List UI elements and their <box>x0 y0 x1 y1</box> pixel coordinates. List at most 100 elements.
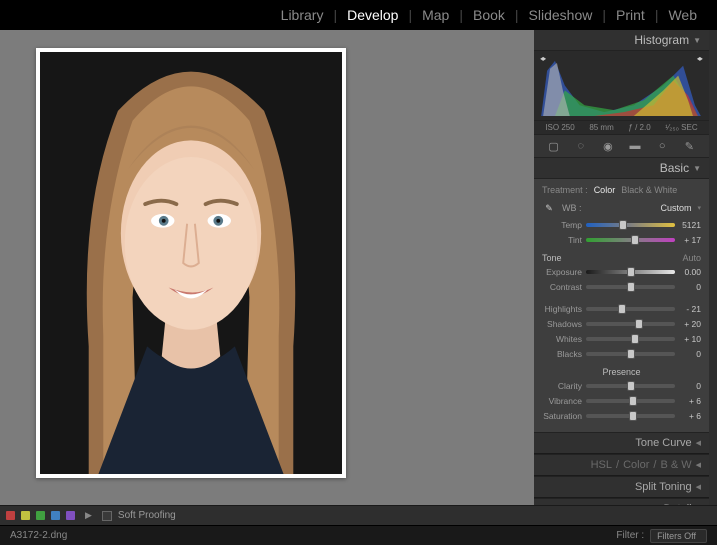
nav-divider: | <box>600 7 608 23</box>
highlights-value[interactable]: - 21 <box>675 304 701 314</box>
meta-aperture: ƒ / 2.0 <box>628 123 650 132</box>
dropdown-icon[interactable]: ▾ <box>697 204 701 212</box>
nav-divider: | <box>513 7 521 23</box>
contrast-value[interactable]: 0 <box>675 282 701 292</box>
treatment-row: Treatment : Color Black & White <box>542 183 701 199</box>
brush-tool-icon[interactable]: ✎ <box>681 139 697 153</box>
soft-proof-checkbox[interactable] <box>102 511 112 521</box>
chevron-left-icon: ◀ <box>696 461 701 469</box>
treatment-bw[interactable]: Black & White <box>621 185 677 195</box>
whites-slider[interactable] <box>586 337 675 341</box>
tone-section: Tone Auto <box>542 253 701 263</box>
nav-divider: | <box>406 7 414 23</box>
redeye-tool-icon[interactable]: ◉ <box>600 139 616 153</box>
temp-value[interactable]: 5121 <box>675 220 701 230</box>
basic-header[interactable]: Basic ▼ <box>534 158 709 179</box>
photo-preview[interactable] <box>36 48 346 478</box>
shadows-slider[interactable] <box>586 322 675 326</box>
color-label-red[interactable] <box>6 511 15 520</box>
contrast-label: Contrast <box>542 282 586 292</box>
radial-tool-icon[interactable]: ○ <box>654 139 670 153</box>
highlights-label: Highlights <box>542 304 586 314</box>
tool-strip: ▢ ◌ ◉ ▬ ○ ✎ <box>534 135 709 158</box>
filter-label: Filter : <box>616 530 644 541</box>
color-label-yellow[interactable] <box>21 511 30 520</box>
gradient-tool-icon[interactable]: ▬ <box>627 139 643 153</box>
exposure-value[interactable]: 0.00 <box>675 267 701 277</box>
color-label-blue[interactable] <box>51 511 60 520</box>
split-toning-panel[interactable]: Split Toning◀ <box>534 476 709 498</box>
nav-print[interactable]: Print <box>608 7 653 23</box>
whites-value[interactable]: + 10 <box>675 334 701 344</box>
eyedropper-icon[interactable]: ✎ <box>542 201 556 215</box>
color-label-green[interactable] <box>36 511 45 520</box>
nav-book[interactable]: Book <box>465 7 513 23</box>
filter-dropdown[interactable]: Filters Off <box>650 529 707 543</box>
shadows-label: Shadows <box>542 319 586 329</box>
temp-label: Temp <box>542 220 586 230</box>
nav-web[interactable]: Web <box>660 7 705 23</box>
tint-slider[interactable] <box>586 238 675 242</box>
vibrance-label: Vibrance <box>542 396 586 406</box>
wb-value[interactable]: Custom <box>660 203 691 213</box>
presence-section: Presence <box>542 367 701 377</box>
exposure-label: Exposure <box>542 267 586 277</box>
tone-auto[interactable]: Auto <box>682 253 701 263</box>
right-panel: Histogram ▼ ISO 250 85 mm ƒ / 2.0 ¹⁄₂₅₀ … <box>534 30 709 505</box>
vibrance-slider[interactable] <box>586 399 675 403</box>
bottom-toolbar: ▶ Soft Proofing <box>0 505 717 525</box>
wb-label: WB : <box>562 203 582 213</box>
tint-row: Tint + 17 <box>542 233 701 247</box>
chevron-left-icon: ◀ <box>696 483 701 491</box>
histogram-header[interactable]: Histogram ▼ <box>534 30 709 51</box>
treatment-color[interactable]: Color <box>594 185 616 195</box>
meta-iso: ISO 250 <box>545 123 574 132</box>
nav-map[interactable]: Map <box>414 7 457 23</box>
play-icon[interactable]: ▶ <box>81 510 96 521</box>
highlights-slider[interactable] <box>586 307 675 311</box>
nav-divider: | <box>653 7 661 23</box>
chevron-down-icon: ▼ <box>693 36 701 45</box>
tone-label: Tone <box>542 253 562 263</box>
saturation-label: Saturation <box>542 411 586 421</box>
vibrance-value[interactable]: + 6 <box>675 396 701 406</box>
meta-shutter: ¹⁄₂₅₀ SEC <box>665 123 697 132</box>
nav-divider: | <box>457 7 465 23</box>
whites-label: Whites <box>542 334 586 344</box>
nav-slideshow[interactable]: Slideshow <box>521 7 601 23</box>
exposure-slider[interactable] <box>586 270 675 274</box>
clarity-slider[interactable] <box>586 384 675 388</box>
treatment-label: Treatment : <box>542 185 588 195</box>
blacks-value[interactable]: 0 <box>675 349 701 359</box>
module-nav: Library| Develop| Map| Book| Slideshow| … <box>0 0 717 30</box>
temp-row: Temp 5121 <box>542 218 701 232</box>
scrollbar[interactable] <box>709 30 717 505</box>
blacks-slider[interactable] <box>586 352 675 356</box>
clarity-label: Clarity <box>542 381 586 391</box>
shadows-value[interactable]: + 20 <box>675 319 701 329</box>
nav-develop[interactable]: Develop <box>339 7 406 23</box>
detail-panel[interactable]: Detail◀ <box>534 498 709 505</box>
histogram[interactable] <box>534 51 709 121</box>
blacks-label: Blacks <box>542 349 586 359</box>
status-bar: A3172-2.dng Filter : Filters Off <box>0 525 717 545</box>
nav-divider: | <box>331 7 339 23</box>
temp-slider[interactable] <box>586 223 675 227</box>
tint-value[interactable]: + 17 <box>675 235 701 245</box>
saturation-slider[interactable] <box>586 414 675 418</box>
canvas-area[interactable] <box>0 30 534 505</box>
presence-label: Presence <box>602 367 640 377</box>
clarity-value[interactable]: 0 <box>675 381 701 391</box>
color-label-purple[interactable] <box>66 511 75 520</box>
tint-label: Tint <box>542 235 586 245</box>
tone-curve-panel[interactable]: Tone Curve◀ <box>534 432 709 454</box>
chevron-left-icon: ◀ <box>696 439 701 447</box>
crop-tool-icon[interactable]: ▢ <box>546 139 562 153</box>
hsl-panel[interactable]: HSL/ Color/ B & W ◀ <box>534 454 709 476</box>
nav-library[interactable]: Library <box>273 7 332 23</box>
spot-tool-icon[interactable]: ◌ <box>573 139 589 153</box>
contrast-slider[interactable] <box>586 285 675 289</box>
saturation-value[interactable]: + 6 <box>675 411 701 421</box>
basic-title: Basic <box>660 161 689 175</box>
wb-row: ✎ WB : Custom ▾ <box>542 199 701 217</box>
